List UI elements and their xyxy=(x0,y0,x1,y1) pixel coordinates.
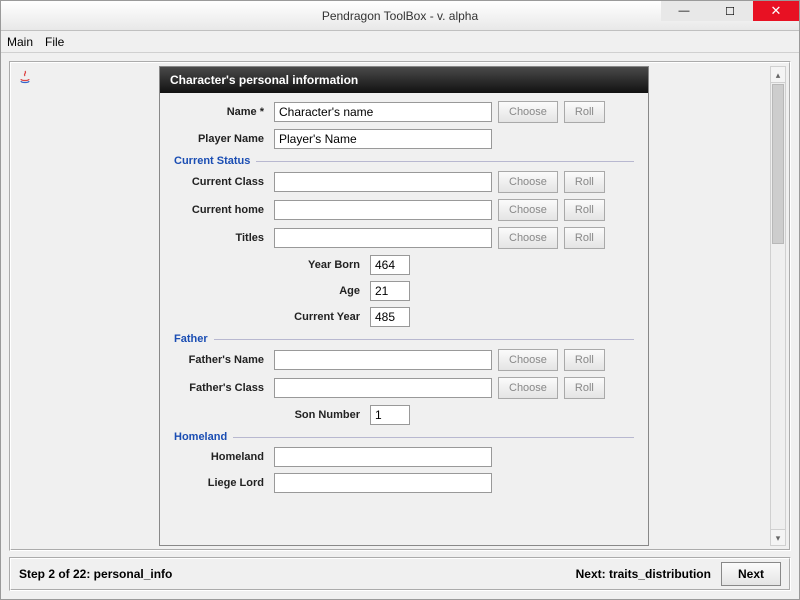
label-age: Age xyxy=(274,285,360,297)
section-father: Father xyxy=(174,333,634,345)
scroll-up-icon[interactable]: ▴ xyxy=(771,67,785,83)
current-home-roll-button[interactable]: Roll xyxy=(564,199,605,221)
app-window: Pendragon ToolBox - v. alpha — ☐ ✕ Main … xyxy=(0,0,800,600)
fathers-name-input[interactable] xyxy=(274,350,492,370)
label-son-number: Son Number xyxy=(274,409,360,421)
fathers-name-choose-button[interactable]: Choose xyxy=(498,349,558,371)
menu-file[interactable]: File xyxy=(45,35,64,49)
label-current-class: Current Class xyxy=(174,176,264,188)
name-input[interactable] xyxy=(274,102,492,122)
java-icon xyxy=(17,69,33,85)
scroll-down-icon[interactable]: ▾ xyxy=(771,529,785,545)
current-class-input[interactable] xyxy=(274,172,492,192)
current-year-input[interactable] xyxy=(370,307,410,327)
age-input[interactable] xyxy=(370,281,410,301)
minimize-button[interactable]: — xyxy=(661,1,707,21)
liege-lord-input[interactable] xyxy=(274,473,492,493)
label-titles: Titles xyxy=(174,232,264,244)
titles-input[interactable] xyxy=(274,228,492,248)
window-controls: — ☐ ✕ xyxy=(661,1,799,21)
panel-header: Character's personal information xyxy=(160,67,648,93)
son-number-input[interactable] xyxy=(370,405,410,425)
maximize-button[interactable]: ☐ xyxy=(707,1,753,21)
scroll-frame: ▴ ▾ Character's personal information Nam… xyxy=(9,61,791,551)
current-home-input[interactable] xyxy=(274,200,492,220)
current-class-roll-button[interactable]: Roll xyxy=(564,171,605,193)
label-homeland: Homeland xyxy=(174,451,264,463)
label-liege-lord: Liege Lord xyxy=(174,477,264,489)
section-homeland: Homeland xyxy=(174,431,634,443)
menubar: Main File xyxy=(1,31,799,53)
label-name: Name * xyxy=(174,106,264,118)
label-player-name: Player Name xyxy=(174,133,264,145)
current-home-choose-button[interactable]: Choose xyxy=(498,199,558,221)
label-fathers-class: Father's Class xyxy=(174,382,264,394)
label-fathers-name: Father's Name xyxy=(174,354,264,366)
titlebar: Pendragon ToolBox - v. alpha — ☐ ✕ xyxy=(1,1,799,31)
section-current-status: Current Status xyxy=(174,155,634,167)
homeland-input[interactable] xyxy=(274,447,492,467)
next-step-label: Next: traits_distribution xyxy=(576,567,711,581)
year-born-input[interactable] xyxy=(370,255,410,275)
fathers-class-input[interactable] xyxy=(274,378,492,398)
menu-main[interactable]: Main xyxy=(7,35,33,49)
step-indicator: Step 2 of 22: personal_info xyxy=(19,567,172,581)
vertical-scrollbar[interactable]: ▴ ▾ xyxy=(770,66,786,546)
label-current-home: Current home xyxy=(174,204,264,216)
fathers-class-roll-button[interactable]: Roll xyxy=(564,377,605,399)
close-button[interactable]: ✕ xyxy=(753,1,799,21)
next-button[interactable]: Next xyxy=(721,562,781,586)
fathers-class-choose-button[interactable]: Choose xyxy=(498,377,558,399)
name-roll-button[interactable]: Roll xyxy=(564,101,605,123)
content-area: ▴ ▾ Character's personal information Nam… xyxy=(1,53,799,599)
titles-choose-button[interactable]: Choose xyxy=(498,227,558,249)
scroll-thumb[interactable] xyxy=(772,84,784,244)
titles-roll-button[interactable]: Roll xyxy=(564,227,605,249)
form-panel: Character's personal information Name * … xyxy=(159,66,649,546)
name-choose-button[interactable]: Choose xyxy=(498,101,558,123)
fathers-name-roll-button[interactable]: Roll xyxy=(564,349,605,371)
player-name-input[interactable] xyxy=(274,129,492,149)
label-year-born: Year Born xyxy=(274,259,360,271)
footer-bar: Step 2 of 22: personal_info Next: traits… xyxy=(9,557,791,591)
current-class-choose-button[interactable]: Choose xyxy=(498,171,558,193)
label-current-year: Current Year xyxy=(274,311,360,323)
